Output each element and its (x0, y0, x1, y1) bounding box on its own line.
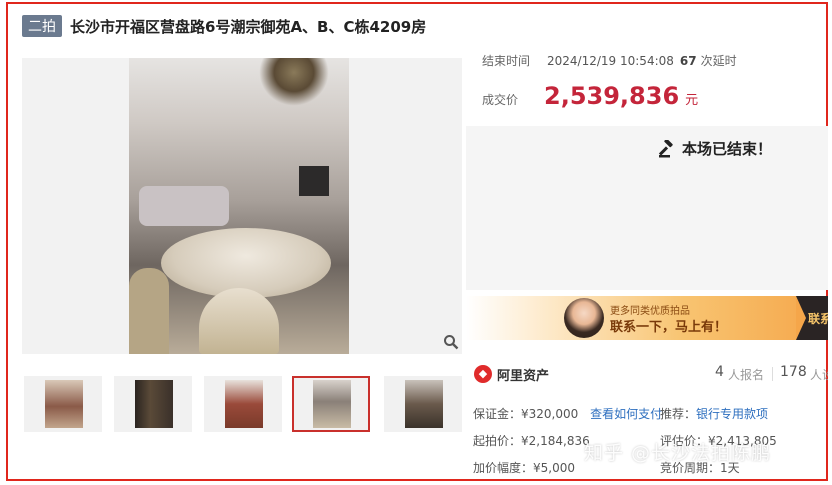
deposit-value: ¥320,000 (521, 407, 579, 421)
price-unit: 元 (685, 93, 699, 108)
gavel-icon (658, 139, 673, 157)
property-photo (129, 58, 349, 354)
recommend-row: 推荐：银行专用款项 (660, 405, 768, 422)
title-row: 二拍 长沙市开福区营盘路6号潮宗御苑A、B、C栋4209房 (22, 14, 426, 38)
page-title: 长沙市开福区营盘路6号潮宗御苑A、B、C栋4209房 (70, 17, 427, 36)
banner-subtitle: 更多同类优质拍品 (610, 306, 690, 317)
sofa-shape (139, 186, 229, 226)
final-price-row: 成交价 2,539,836 元 (482, 82, 698, 110)
delay-count: 67 (679, 53, 697, 68)
avatar (564, 298, 604, 338)
thumbnail-active[interactable] (292, 376, 370, 432)
auction-ended-panel: 本场已结束！ (466, 126, 828, 290)
banner-cut-text: 联系 (808, 312, 828, 326)
banner-main-text: 联系一下，马上有！ (610, 320, 728, 335)
start-price-row: 起拍价：¥2,184,836 (473, 432, 590, 449)
chandelier-shape (259, 58, 329, 106)
ali-asset-logo-icon: ◆ (474, 365, 492, 383)
final-price: 2,539,836 (544, 82, 680, 110)
increment-value: ¥5,000 (533, 461, 576, 475)
table-shape (161, 228, 331, 298)
zoom-icon[interactable] (441, 334, 461, 354)
tv-shape (299, 166, 329, 196)
end-time-label: 结束时间 (482, 54, 531, 68)
deposit-label: 保证金： (473, 407, 522, 421)
recommend-label: 推荐： (660, 407, 697, 421)
main-image[interactable] (22, 58, 462, 354)
end-time-value: 2024/12/19 10:54:08 (547, 53, 674, 68)
registered-label: 人报名 (728, 368, 765, 382)
promo-banner[interactable]: 更多同类优质拍品 联系一下，马上有！ 联系 (466, 296, 828, 340)
price-label: 成交价 (482, 93, 519, 107)
thumbnail[interactable] (204, 376, 282, 432)
deposit-row: 保证金：¥320,000 查看如何支付 (473, 405, 662, 422)
watermark: 知乎 @长沙法拍陈鹏 (584, 442, 772, 464)
round-badge: 二拍 (22, 15, 62, 37)
platform-row: ◆ 阿里资产 4 人报名 178 人设 (474, 364, 828, 384)
registered-count: 4 (715, 364, 724, 380)
delay-label: 次延时 (700, 54, 737, 68)
ended-text: 本场已结束！ (682, 140, 773, 158)
how-to-pay-link[interactable]: 查看如何支付 (590, 407, 662, 421)
chair-shape (129, 268, 169, 354)
thumbnail[interactable] (114, 376, 192, 432)
watch-label: 人设 (810, 368, 828, 382)
platform-name: 阿里资产 (497, 368, 550, 384)
thumbnail-strip (24, 376, 464, 432)
start-price-label: 起拍价： (473, 434, 522, 448)
ended-message: 本场已结束！ (658, 138, 772, 159)
thumbnail[interactable] (384, 376, 462, 432)
watch-count: 178 (780, 364, 807, 380)
divider (772, 367, 773, 381)
start-price-value: ¥2,184,836 (521, 434, 590, 448)
chair-shape (199, 288, 279, 354)
increment-row: 加价幅度：¥5,000 (473, 459, 575, 476)
thumbnail[interactable] (24, 376, 102, 432)
increment-label: 加价幅度： (473, 461, 534, 475)
end-time-row: 结束时间 2024/12/19 10:54:08 67 次延时 (482, 52, 737, 69)
bank-account-link[interactable]: 银行专用款项 (696, 407, 768, 421)
